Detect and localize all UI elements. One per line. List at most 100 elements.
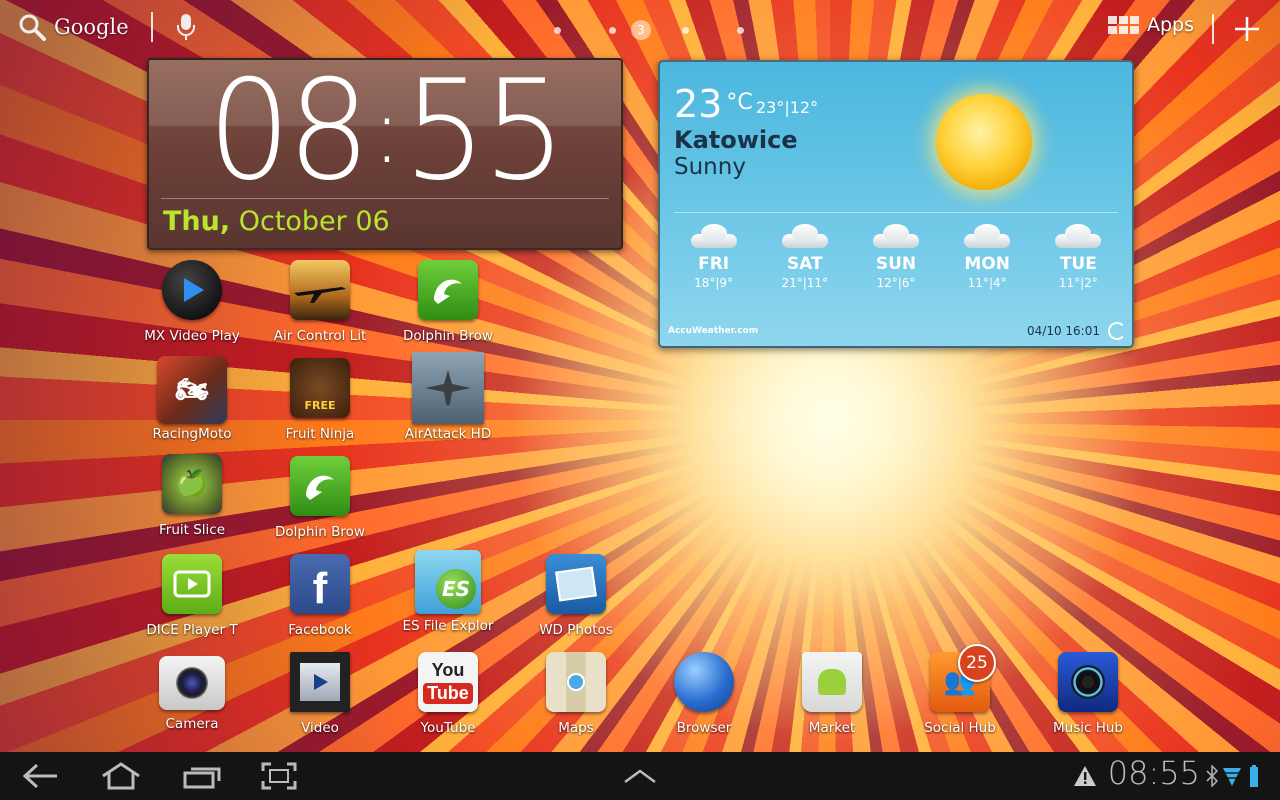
apps-label: Apps xyxy=(1146,14,1194,36)
forecast-row: FRI 18°|9° SAT 21°|11° SUN 12°|6° MON 11… xyxy=(660,224,1132,290)
page-dot[interactable] xyxy=(737,26,744,34)
google-search-widget[interactable]: Google xyxy=(18,12,197,42)
app-label: Dolphin Brow xyxy=(403,328,493,344)
app-fruit-ninja[interactable]: FREE Fruit Ninja xyxy=(260,358,380,442)
last-updated: 04/10 16:01 xyxy=(1027,324,1100,338)
app-label: RacingMoto xyxy=(152,426,232,442)
divider xyxy=(150,12,153,42)
divider xyxy=(161,198,609,199)
screenshot-icon xyxy=(261,762,297,790)
microphone-icon[interactable] xyxy=(175,12,197,42)
racing-moto-icon: 🏍 xyxy=(157,356,227,424)
search-icon[interactable] xyxy=(18,13,46,41)
app-racing-moto[interactable]: 🏍 RacingMoto xyxy=(132,356,252,442)
app-fruit-slice[interactable]: 🍏 Fruit Slice xyxy=(132,454,252,538)
page-dot[interactable] xyxy=(554,26,561,34)
cloud-icon xyxy=(778,224,832,248)
app-label: MX Video Play xyxy=(144,328,240,344)
google-label[interactable]: Google xyxy=(54,15,129,39)
app-es-file-explorer[interactable]: ES ES File Explor xyxy=(388,550,508,634)
airattack-icon xyxy=(412,352,484,424)
app-airattack-hd[interactable]: AirAttack HD xyxy=(388,352,508,442)
add-widget-button[interactable] xyxy=(1234,10,1260,48)
bluetooth-icon xyxy=(1206,765,1218,787)
forecast-range: 11°|4° xyxy=(967,276,1007,290)
app-label: Browser xyxy=(676,720,732,736)
screenshot-button[interactable] xyxy=(260,762,298,790)
home-page-indicator: 3 xyxy=(530,20,768,40)
app-facebook[interactable]: f Facebook xyxy=(260,554,380,638)
app-label: WD Photos xyxy=(539,622,613,638)
page-dot[interactable] xyxy=(682,26,689,34)
apps-grid-icon xyxy=(1107,16,1139,34)
system-navigation-bar: 08:55 xyxy=(0,752,1280,800)
high-low-temperature: 23°|12° xyxy=(756,98,819,117)
dock-youtube[interactable]: You Tube YouTube xyxy=(388,652,508,736)
forecast-day-name: MON xyxy=(964,254,1010,274)
forecast-day-name: TUE xyxy=(1059,254,1097,274)
forecast-day: FRI 18°|9° xyxy=(674,224,754,290)
divider xyxy=(674,212,1118,213)
app-label: AirAttack HD xyxy=(404,426,492,442)
app-label: Dolphin Brow xyxy=(275,524,365,540)
bluetooth-status[interactable] xyxy=(1204,762,1220,790)
app-label: Social Hub xyxy=(924,720,996,736)
app-dolphin-browser[interactable]: Dolphin Brow xyxy=(388,260,508,344)
weather-widget[interactable]: 23 °C 23°|12° Katowice Sunny FRI 18°|9° S… xyxy=(658,60,1134,348)
forecast-range: 11°|2° xyxy=(1058,276,1098,290)
dock-market[interactable]: Market xyxy=(772,652,892,736)
wd-photos-icon xyxy=(546,554,606,614)
battery-status[interactable] xyxy=(1248,762,1260,790)
accuweather-logo[interactable]: AccuWeather.com xyxy=(668,326,758,336)
app-wd-photos[interactable]: WD Photos xyxy=(516,554,636,638)
youtube-icon: You Tube xyxy=(418,652,478,712)
clock-date-text: October 06 xyxy=(238,206,390,237)
forecast-day-name: FRI xyxy=(698,254,730,274)
dock-camera[interactable]: Camera xyxy=(132,652,252,732)
forecast-day-name: SAT xyxy=(786,254,823,274)
dock-social-hub[interactable]: 👥 25 Social Hub xyxy=(900,644,1020,736)
refresh-icon[interactable] xyxy=(1108,322,1126,340)
es-file-explorer-icon: ES xyxy=(415,550,481,614)
recent-apps-button[interactable] xyxy=(182,762,222,790)
home-button[interactable] xyxy=(98,762,144,790)
battery-icon xyxy=(1250,765,1258,787)
warning-notification[interactable] xyxy=(1072,762,1098,790)
back-button[interactable] xyxy=(22,762,60,790)
app-label: DICE Player T xyxy=(146,622,238,638)
city-name: Katowice xyxy=(674,126,798,154)
browser-globe-icon xyxy=(674,652,734,712)
forecast-day: MON 11°|4° xyxy=(947,224,1027,290)
warning-icon xyxy=(1074,766,1096,786)
dock-browser[interactable]: Browser xyxy=(644,652,764,736)
app-label: ES File Explor xyxy=(402,618,494,634)
fruit-ninja-icon: FREE xyxy=(290,358,350,418)
music-hub-icon xyxy=(1058,652,1118,712)
app-mx-video-player[interactable]: MX Video Play xyxy=(132,260,252,344)
dock-video[interactable]: Video xyxy=(260,652,380,736)
clock-widget[interactable]: 08:55 Thu, October 06 xyxy=(147,58,623,250)
sun-icon xyxy=(936,94,1032,190)
app-tray-button[interactable] xyxy=(622,762,658,790)
maps-icon xyxy=(546,652,606,712)
app-label: Market xyxy=(808,720,856,736)
forecast-range: 21°|11° xyxy=(781,276,829,290)
wifi-icon xyxy=(1223,768,1241,786)
wifi-status[interactable] xyxy=(1222,762,1242,790)
app-label: Air Control Lit xyxy=(273,328,367,344)
dolphin-browser-icon xyxy=(418,260,478,320)
current-temperature: 23 °C xyxy=(674,82,753,126)
forecast-day-name: SUN xyxy=(875,254,917,274)
dock-music-hub[interactable]: Music Hub xyxy=(1028,652,1148,736)
page-dot[interactable] xyxy=(609,26,616,34)
app-dice-player[interactable]: DICE Player T xyxy=(132,554,252,638)
video-icon xyxy=(290,652,350,712)
forecast-range: 18°|9° xyxy=(694,276,734,290)
status-bar-clock[interactable]: 08:55 xyxy=(1108,754,1200,792)
app-dolphin-browser[interactable]: Dolphin Brow xyxy=(260,456,380,540)
dock-maps[interactable]: Maps xyxy=(516,652,636,736)
apps-button[interactable]: Apps xyxy=(1107,14,1194,36)
app-air-control[interactable]: Air Control Lit xyxy=(260,260,380,344)
mx-video-player-icon xyxy=(162,260,222,320)
dice-player-icon xyxy=(162,554,222,614)
